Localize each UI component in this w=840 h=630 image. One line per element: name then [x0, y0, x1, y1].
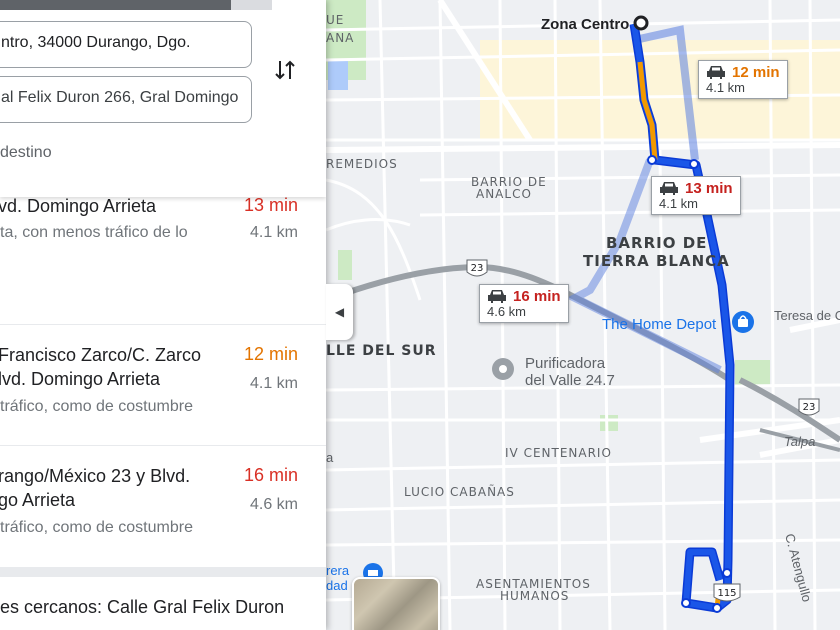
label-valle-del-sur: LLE DEL SUR	[326, 343, 437, 359]
route-distance: 4.6 km	[249, 496, 298, 513]
label-asentamientos-2: HUMANOS	[500, 589, 569, 603]
label-remedios: REMEDIOS	[326, 157, 398, 171]
route-distance: 4.1 km	[249, 224, 298, 241]
purificadora-pin-icon[interactable]	[492, 358, 514, 380]
section-divider	[0, 567, 326, 577]
destination-marker[interactable]	[681, 598, 691, 608]
nearby-places-heading: es cercanos: Calle Gral Felix Duron	[0, 597, 285, 617]
poi-teresa: Teresa de C	[774, 308, 840, 323]
car-icon	[488, 290, 506, 303]
poi-a-edge: a	[326, 450, 334, 465]
poi-purificadora-1[interactable]: Purificadora	[525, 355, 606, 372]
route-detail: tráfico, como de costumbre	[0, 519, 193, 536]
add-destination-link[interactable]: destino	[0, 144, 52, 162]
route-time: 16 min	[243, 465, 298, 485]
destination-field[interactable]: al Felix Duron 266, Gral Domingo	[0, 76, 252, 123]
route-option-1[interactable]: vd. Domingo Arrieta ta, con menos tráfic…	[0, 195, 326, 325]
svg-text:23: 23	[803, 402, 816, 413]
route-name: Francisco Zarco/C. Zarco	[0, 345, 202, 365]
route-callout-16-min[interactable]: 16 min 4.6 km	[479, 284, 569, 323]
route-time: 13 min	[243, 195, 298, 215]
label-tierra-blanca-1: BARRIO DE	[606, 234, 707, 252]
street-talpa: Talpa	[784, 434, 815, 449]
svg-text:23: 23	[471, 263, 484, 274]
label-iv-centenario: IV CENTENARIO	[505, 446, 612, 460]
callout-distance: 4.6 km	[487, 304, 527, 319]
origin-marker[interactable]	[633, 15, 649, 31]
directions-header: ntro, 34000 Durango, Dgo. al Felix Duron…	[0, 0, 326, 197]
route-callout-13-min[interactable]: 13 min 4.1 km	[651, 176, 741, 215]
route-name: vd. Domingo Arrieta	[0, 196, 157, 216]
directions-panel: ntro, 34000 Durango, Dgo. al Felix Duron…	[0, 0, 326, 630]
loading-progress-fill	[0, 0, 232, 10]
route-name-line-2: go Arrieta	[0, 490, 76, 510]
label-ue: UE	[326, 13, 344, 27]
origin-label: Zona Centro	[541, 16, 629, 33]
label-barrio-analco-2: ANALCO	[476, 187, 532, 201]
shield-23-right-icon: 23	[798, 398, 820, 416]
callout-time: 12 min	[732, 64, 780, 81]
svg-text:115: 115	[717, 588, 736, 599]
route-callout-12-min[interactable]: 12 min 4.1 km	[698, 60, 788, 99]
route-distance: 4.1 km	[249, 375, 298, 392]
label-ana: ANA	[326, 31, 354, 45]
route-name-line-2: lvd. Domingo Arrieta	[0, 369, 161, 389]
label-tierra-blanca-2: TIERRA BLANCA	[583, 252, 730, 270]
swap-vertical-icon[interactable]	[271, 56, 299, 84]
route-detail: tráfico, como de costumbre	[0, 398, 193, 415]
callout-time: 16 min	[513, 288, 561, 305]
route-option-3[interactable]: rango/México 23 y Blvd. go Arrieta tráfi…	[0, 447, 326, 567]
callout-time: 13 min	[685, 180, 733, 197]
poi-rera-2: dad	[326, 578, 348, 593]
collapse-panel-button[interactable]: ◀	[326, 284, 353, 340]
chevron-left-icon: ◀	[334, 305, 345, 319]
car-icon	[660, 182, 678, 195]
poi-purificadora-2[interactable]: del Valle 24.7	[525, 372, 615, 389]
maps-app: Zona Centro UE ANA REMEDIOS BARRIO DE AN…	[0, 0, 840, 630]
callout-distance: 4.1 km	[659, 196, 699, 211]
callout-distance: 4.1 km	[706, 80, 746, 95]
poi-home-depot[interactable]: The Home Depot	[602, 316, 717, 333]
route-name: rango/México 23 y Blvd.	[0, 466, 191, 486]
shield-115-icon: 115	[713, 583, 741, 602]
route-option-2[interactable]: Francisco Zarco/C. Zarco lvd. Domingo Ar…	[0, 326, 326, 446]
label-lucio-cabanas: LUCIO CABAÑAS	[404, 484, 515, 499]
car-icon	[707, 66, 725, 79]
route-time: 12 min	[243, 344, 298, 364]
street-view-thumbnail[interactable]	[352, 577, 440, 630]
origin-field[interactable]: ntro, 34000 Durango, Dgo.	[0, 21, 252, 68]
shopping-bag-icon[interactable]	[732, 311, 754, 333]
route-detail: ta, con menos tráfico de lo	[0, 224, 188, 241]
shield-23-left-icon: 23	[466, 259, 488, 277]
loading-progress-bar	[0, 0, 272, 10]
poi-rera-1: rera	[326, 563, 350, 578]
